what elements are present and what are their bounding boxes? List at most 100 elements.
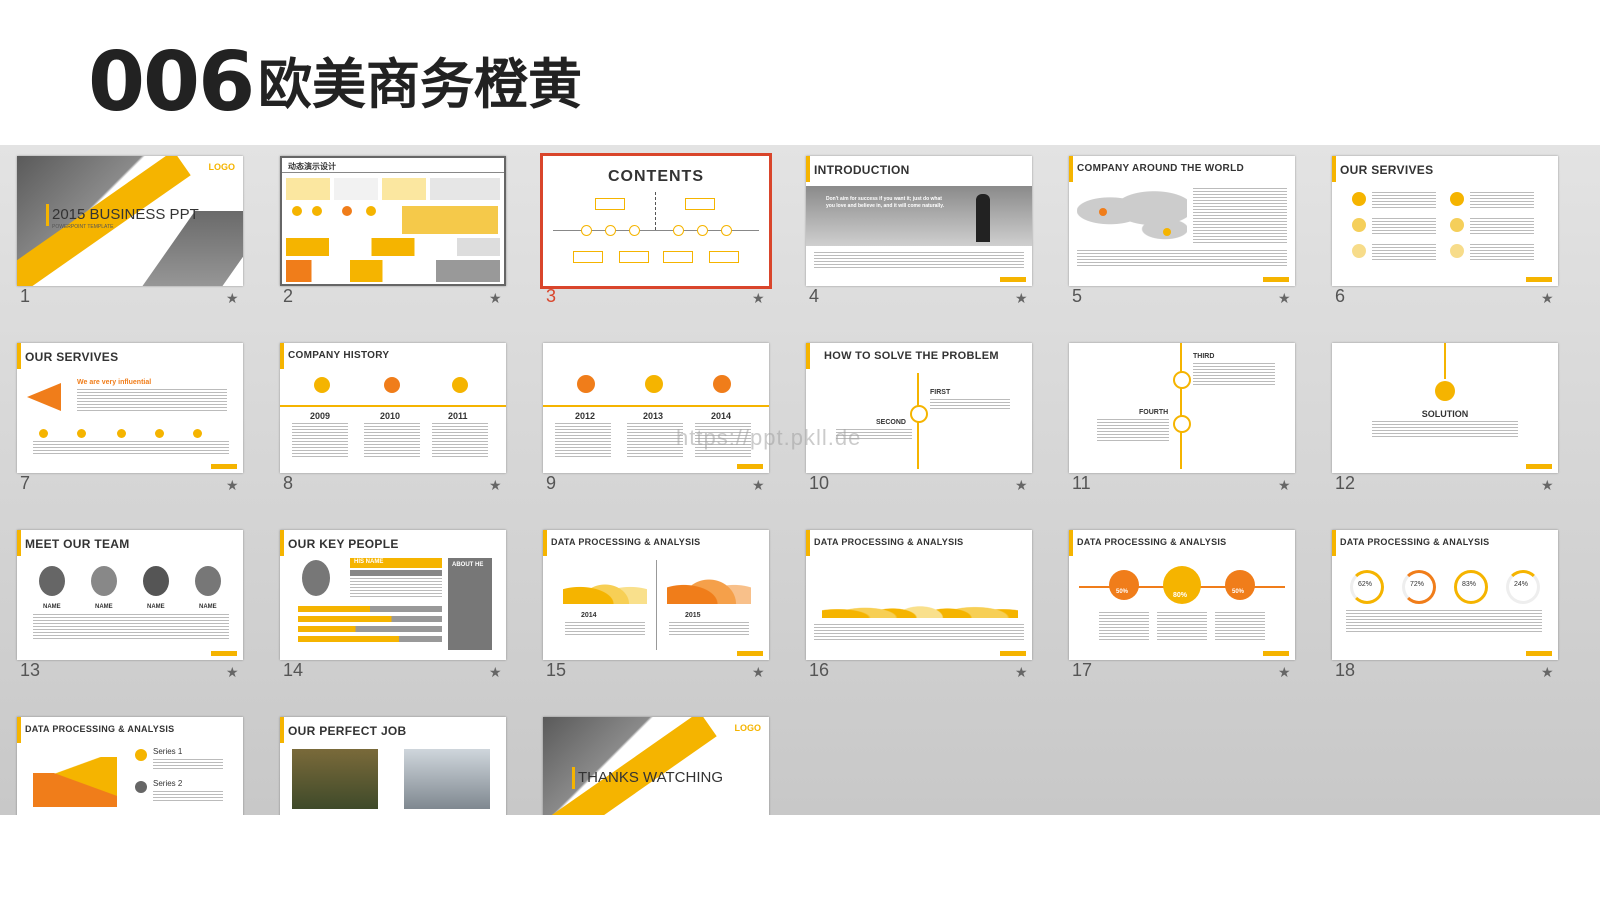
slide-thumbnail-11[interactable]: THIRD FOURTH bbox=[1069, 343, 1295, 473]
slide-5-title: COMPANY AROUND THE WORLD bbox=[1077, 163, 1245, 174]
slide-thumbnail-17[interactable]: DATA PROCESSING & ANALYSIS 50% 80% 50% bbox=[1069, 530, 1295, 660]
slide-1-logo: LOGO bbox=[208, 162, 236, 172]
slide-4-title: INTRODUCTION bbox=[814, 163, 910, 177]
bottom-blank-area bbox=[0, 815, 1600, 900]
slide-8-title: COMPANY HISTORY bbox=[288, 350, 390, 361]
slide-thumbnail-4[interactable]: INTRODUCTION Don't aim for success if yo… bbox=[806, 156, 1032, 286]
slide-7-sub: We are very influential bbox=[77, 379, 152, 386]
slide-18-pct-3: 83% bbox=[1462, 581, 1477, 588]
star-icon: ★ bbox=[489, 664, 502, 680]
slide-number-10: 10 bbox=[809, 473, 830, 493]
slide-number-14: 14 bbox=[283, 660, 304, 680]
slide-9-year-2: 2013 bbox=[643, 411, 664, 421]
slide-8-year-1: 2009 bbox=[310, 411, 331, 421]
slide-19-title: DATA PROCESSING & ANALYSIS bbox=[25, 724, 175, 734]
slide-9-year-3: 2014 bbox=[711, 411, 732, 421]
slide-thumbnail-9[interactable]: 2012 2013 2014 bbox=[543, 343, 769, 473]
slide-number-9: 9 bbox=[546, 473, 557, 493]
slide-19-series-1: Series 1 bbox=[153, 747, 183, 756]
slide-15-label-2: 2015 bbox=[685, 612, 701, 619]
slide-8-year-3: 2011 bbox=[448, 411, 468, 421]
slide-7-title: OUR SERVIVES bbox=[25, 350, 119, 364]
slide-thumbnail-19[interactable]: DATA PROCESSING & ANALYSIS Series 1 Seri… bbox=[17, 717, 243, 815]
slide-thumbnail-14[interactable]: OUR KEY PEOPLE HIS NAME ABOUT HE bbox=[280, 530, 506, 660]
slide-number-17: 17 bbox=[1072, 660, 1093, 680]
slide-13-name-2: NAME bbox=[95, 604, 113, 610]
star-icon: ★ bbox=[1278, 477, 1291, 493]
slide-10-label-1: FIRST bbox=[930, 389, 951, 396]
slide-thumbnail-21[interactable]: THANKS WATCHING LOGO bbox=[543, 717, 769, 815]
slide-13-name-1: NAME bbox=[43, 604, 61, 610]
slide-18-title: DATA PROCESSING & ANALYSIS bbox=[1340, 537, 1490, 547]
slide-thumbnail-10[interactable]: HOW TO SOLVE THE PROBLEM FIRST SECOND bbox=[806, 343, 1032, 473]
star-icon: ★ bbox=[752, 477, 765, 493]
star-icon: ★ bbox=[1015, 290, 1028, 306]
slide-thumbnail-13[interactable]: MEET OUR TEAM NAME NAME NAME NAME bbox=[17, 530, 243, 660]
star-icon: ★ bbox=[1278, 290, 1291, 306]
slide-21-title: THANKS WATCHING bbox=[578, 769, 723, 786]
slide-17-title: DATA PROCESSING & ANALYSIS bbox=[1077, 537, 1227, 547]
slide-6-title: OUR SERVIVES bbox=[1340, 163, 1434, 177]
slide-4-quote: Don't aim for success if you want it; ju… bbox=[826, 196, 944, 209]
slide-thumbnail-12[interactable]: SOLUTION bbox=[1332, 343, 1558, 473]
slide-thumbnail-3[interactable]: CONTENTS bbox=[540, 153, 772, 289]
star-icon: ★ bbox=[1541, 290, 1554, 306]
watermark-text: https://ppt.pkll.de bbox=[676, 425, 862, 450]
slide-15-label-1: 2014 bbox=[581, 612, 597, 619]
star-icon: ★ bbox=[1015, 664, 1028, 680]
slide-thumbnail-7[interactable]: OUR SERVIVES We are very influential bbox=[17, 343, 243, 473]
star-icon: ★ bbox=[489, 290, 502, 306]
slide-number-12: 12 bbox=[1335, 473, 1356, 493]
slide-17-pct-1: 50% bbox=[1116, 589, 1129, 595]
slide-thumbnail-15[interactable]: DATA PROCESSING & ANALYSIS 2014 2015 bbox=[543, 530, 769, 660]
slide-number-4: 4 bbox=[809, 286, 820, 306]
header: 006 欧美商务橙黄 bbox=[0, 0, 1600, 145]
slide-19-series-2: Series 2 bbox=[153, 779, 183, 788]
slide-number-11: 11 bbox=[1072, 473, 1091, 493]
slide-10-label-2: SECOND bbox=[876, 419, 906, 426]
slide-14-title: OUR KEY PEOPLE bbox=[288, 537, 399, 551]
slide-sorter[interactable]: 2015 BUSINESS PPT POWERPOINT TEMPLATE LO… bbox=[0, 145, 1600, 815]
slide-thumbnail-18[interactable]: DATA PROCESSING & ANALYSIS 62% 72% 83% 2… bbox=[1332, 530, 1558, 660]
slide-number-16: 16 bbox=[809, 660, 830, 680]
slide-18-pct-2: 72% bbox=[1410, 581, 1425, 588]
slide-21-logo: LOGO bbox=[734, 723, 762, 733]
slide-8-year-2: 2010 bbox=[380, 411, 401, 421]
template-title: 欧美商务橙黄 bbox=[258, 53, 582, 116]
slide-18-pct-1: 62% bbox=[1358, 581, 1373, 588]
slide-11-label-1: THIRD bbox=[1193, 353, 1215, 360]
slide-13-name-4: NAME bbox=[199, 604, 217, 610]
slide-13-name-3: NAME bbox=[147, 604, 165, 610]
star-icon: ★ bbox=[226, 290, 239, 306]
slide-number-13: 13 bbox=[20, 660, 41, 680]
slide-15-title: DATA PROCESSING & ANALYSIS bbox=[551, 537, 701, 547]
slide-2-title: 动态演示设计 bbox=[288, 162, 336, 171]
slide-17-pct-2: 80% bbox=[1173, 592, 1188, 599]
slide-17-pct-3: 50% bbox=[1232, 589, 1245, 595]
slide-number-3: 3 bbox=[546, 286, 557, 306]
slide-18-pct-4: 24% bbox=[1514, 581, 1529, 588]
slide-1-title: 2015 BUSINESS PPT bbox=[52, 206, 199, 223]
slide-thumbnail-8[interactable]: COMPANY HISTORY 2009 2010 2011 bbox=[280, 343, 506, 473]
slide-number-15: 15 bbox=[546, 660, 567, 680]
slide-number-5: 5 bbox=[1072, 286, 1083, 306]
star-icon: ★ bbox=[1541, 477, 1554, 493]
slide-thumbnail-6[interactable]: OUR SERVIVES bbox=[1332, 156, 1558, 286]
slide-12-label: SOLUTION bbox=[1421, 409, 1469, 419]
slide-number-18: 18 bbox=[1335, 660, 1356, 680]
slide-9-year-1: 2012 bbox=[575, 411, 596, 421]
star-icon: ★ bbox=[752, 664, 765, 680]
slide-16-title: DATA PROCESSING & ANALYSIS bbox=[814, 537, 964, 547]
slide-20-title: OUR PERFECT JOB bbox=[288, 724, 407, 738]
slide-number-7: 7 bbox=[20, 473, 31, 493]
slide-11-label-2: FOURTH bbox=[1139, 409, 1169, 416]
slide-thumbnail-16[interactable]: DATA PROCESSING & ANALYSIS bbox=[806, 530, 1032, 660]
slide-thumbnail-2[interactable]: 动态演示设计 bbox=[280, 156, 506, 286]
slide-thumbnail-1[interactable]: 2015 BUSINESS PPT POWERPOINT TEMPLATE LO… bbox=[17, 156, 243, 286]
star-icon: ★ bbox=[226, 664, 239, 680]
slide-thumbnail-20[interactable]: OUR PERFECT JOB bbox=[280, 717, 506, 815]
slide-thumbnail-5[interactable]: COMPANY AROUND THE WORLD bbox=[1069, 156, 1295, 286]
star-icon: ★ bbox=[1015, 477, 1028, 493]
star-icon: ★ bbox=[1541, 664, 1554, 680]
slide-1-sub: POWERPOINT TEMPLATE bbox=[52, 224, 114, 230]
